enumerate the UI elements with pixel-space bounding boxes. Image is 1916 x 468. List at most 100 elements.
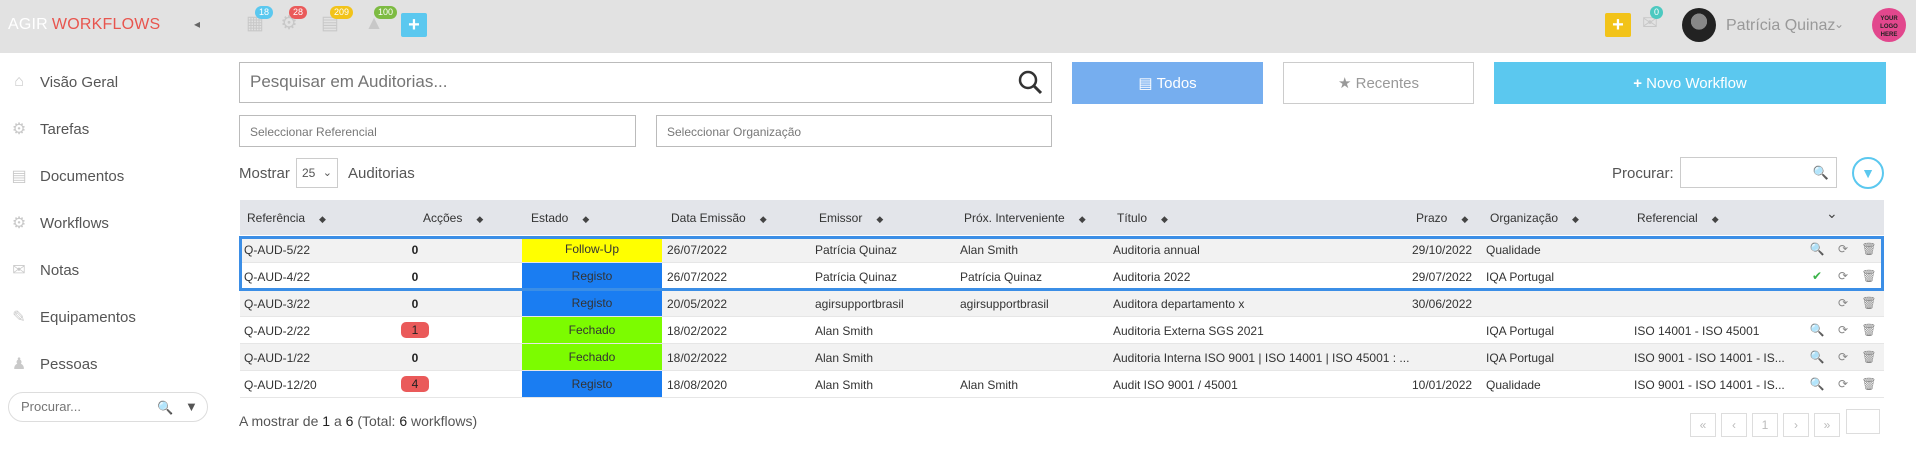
cell-accoes: 0	[411, 297, 419, 311]
cell-titulo: Auditoria Externa SGS 2021	[1113, 324, 1264, 338]
trash-icon[interactable]: 🗑	[1856, 377, 1882, 391]
gears-icon: ⚙	[11, 215, 27, 232]
column-header[interactable]: Data Emissão ◆	[671, 211, 767, 225]
prev-page-button[interactable]: ‹	[1721, 413, 1747, 437]
organizacao-select[interactable]: Seleccionar Organização	[656, 115, 1052, 147]
table-row[interactable]: Q-AUD-3/22 0 Registo 20/05/2022 agirsupportb…	[240, 290, 1884, 317]
column-header[interactable]: Título ◆	[1117, 211, 1168, 225]
cell-referencia[interactable]: Q-AUD-2/22	[244, 324, 310, 338]
audit-search-input[interactable]	[250, 72, 990, 92]
trash-icon[interactable]: 🗑	[1856, 323, 1882, 337]
cell-titulo: Auditoria annual	[1113, 243, 1200, 257]
column-header[interactable]: Estado ◆	[531, 211, 589, 225]
cell-referencia[interactable]: Q-AUD-3/22	[244, 297, 310, 311]
status-badge: Registo	[522, 290, 662, 316]
sidebar-item-visao-geral[interactable]: ⌂ Visão Geral	[10, 70, 118, 94]
refresh-icon[interactable]: ⟳	[1830, 350, 1856, 364]
search-icon[interactable]: 🔍	[1813, 165, 1829, 181]
cell-referencia[interactable]: Q-AUD-1/22	[244, 351, 310, 365]
column-header[interactable]: Organização ◆	[1490, 211, 1579, 225]
home-icon: ⌂	[14, 73, 24, 90]
table-row[interactable]: Q-AUD-1/22 0 Fechado 18/02/2022 Alan Smith Au…	[240, 344, 1884, 371]
last-page-button[interactable]: »	[1814, 413, 1840, 437]
brand-logo[interactable]: AGIR WORKFLOWS	[8, 16, 160, 34]
trash-icon[interactable]: 🗑	[1856, 269, 1882, 283]
brand-left: AGIR	[8, 16, 48, 33]
sort-icon: ◆	[759, 214, 767, 224]
view-icon[interactable]: 🔍	[1804, 350, 1830, 364]
search-icon[interactable]	[1017, 69, 1043, 95]
bell-icon[interactable]: ▲ 100	[364, 6, 398, 34]
column-header[interactable]: Próx. Interveniente ◆	[964, 211, 1086, 225]
document-icon[interactable]: ▤ 209	[320, 6, 354, 34]
sidebar-item-workflows[interactable]: ⚙ Workflows	[10, 211, 109, 235]
sidebar-item-tarefas[interactable]: ⚙ Tarefas	[10, 117, 89, 141]
table-search: 🔍	[1680, 157, 1837, 188]
gear-icon[interactable]: ⚙ 28	[279, 6, 308, 34]
cell-referencia[interactable]: Q-AUD-4/22	[244, 270, 310, 284]
column-header[interactable]: Emissor ◆	[819, 211, 883, 225]
calendar-icon[interactable]: ▦ 18	[245, 6, 274, 34]
refresh-icon[interactable]: ⟳	[1830, 296, 1856, 310]
first-page-button[interactable]: «	[1690, 413, 1716, 437]
page-size-select[interactable]: 25 ⌄	[296, 158, 338, 188]
recentes-button[interactable]: ★ Recentes	[1283, 62, 1474, 104]
cell-organizacao: IQA Portugal	[1486, 351, 1555, 365]
check-icon[interactable]: ✔	[1804, 269, 1830, 283]
table-row[interactable]: Q-AUD-12/20 4 Registo 18/08/2020 Alan Smith A…	[240, 371, 1884, 398]
search-icon[interactable]: 🔍	[157, 400, 173, 416]
sort-icon: ◆	[876, 214, 884, 224]
cell-referencia[interactable]: Q-AUD-12/20	[244, 378, 317, 392]
inbox-icon[interactable]: ✉ 0	[1640, 6, 1664, 34]
cell-titulo: Auditoria 2022	[1113, 270, 1191, 284]
cell-referencia[interactable]: Q-AUD-5/22	[244, 243, 310, 257]
cell-data-emissao: 26/07/2022	[667, 243, 728, 257]
filter-icon[interactable]: ▼	[1852, 157, 1884, 189]
table-row[interactable]: Q-AUD-2/22 1 Fechado 18/02/2022 Alan Smith Au…	[240, 317, 1884, 344]
refresh-icon[interactable]: ⟳	[1830, 323, 1856, 337]
chevron-down-icon[interactable]: ⌄	[1826, 205, 1838, 222]
trash-icon[interactable]: 🗑	[1856, 296, 1882, 310]
sidebar-item-pessoas[interactable]: ♟ Pessoas	[10, 352, 98, 376]
table-row[interactable]: Q-AUD-5/22 0 Follow-Up 26/07/2022 Patrícia Q…	[240, 236, 1884, 263]
entity-label: Auditorias	[348, 165, 415, 182]
sidebar-item-notas[interactable]: ✉ Notas	[10, 258, 79, 282]
trash-icon[interactable]: 🗑	[1856, 350, 1882, 364]
cell-prazo: 29/07/2022	[1412, 270, 1473, 284]
sidebar-item-documentos[interactable]: ▤ Documentos	[10, 164, 124, 188]
quick-add-button[interactable]: +	[401, 13, 427, 37]
user-icon: ♟	[11, 356, 27, 373]
todos-button[interactable]: ▤ Todos	[1072, 62, 1263, 104]
table-row[interactable]: Q-AUD-4/22 0 Registo 26/07/2022 Patrícia Qui…	[240, 263, 1884, 290]
page-jump-input[interactable]	[1846, 409, 1880, 434]
sidebar-item-equipamentos[interactable]: ✎ Equipamentos	[10, 305, 136, 329]
table-search-input[interactable]	[1681, 158, 1806, 187]
refresh-icon[interactable]: ⟳	[1830, 269, 1856, 283]
column-header[interactable]: Referência ◆	[247, 211, 326, 225]
user-name[interactable]: Patrícia Quinaz	[1726, 17, 1835, 35]
refresh-icon[interactable]: ⟳	[1830, 242, 1856, 256]
filter-icon[interactable]: ▼	[185, 399, 198, 414]
avatar[interactable]	[1682, 8, 1716, 42]
cell-referencial: ISO 14001 - ISO 45001	[1634, 324, 1760, 338]
referencial-select[interactable]: Seleccionar Referencial	[239, 115, 636, 147]
view-icon[interactable]: 🔍	[1804, 377, 1830, 391]
column-header[interactable]: Referencial ◆	[1637, 211, 1719, 225]
page-1-button[interactable]: 1	[1752, 413, 1778, 437]
sidebar-toggle-icon[interactable]: ◂	[194, 17, 200, 31]
view-icon[interactable]: 🔍	[1804, 323, 1830, 337]
novo-workflow-button[interactable]: + Novo Workflow	[1494, 62, 1886, 104]
sidebar-search-input[interactable]	[21, 399, 151, 414]
cell-prox-interveniente: agirsupportbrasil	[960, 297, 1049, 311]
view-icon[interactable]: 🔍	[1804, 242, 1830, 256]
next-page-button[interactable]: ›	[1783, 413, 1809, 437]
refresh-icon[interactable]: ⟳	[1830, 377, 1856, 391]
cell-emissor: Alan Smith	[815, 378, 874, 392]
chevron-down-icon[interactable]: ⌄	[1834, 17, 1844, 31]
trash-icon[interactable]: 🗑	[1856, 242, 1882, 256]
sort-icon: ◆	[1711, 214, 1719, 224]
add-button[interactable]: +	[1605, 13, 1631, 37]
column-header[interactable]: Acções ◆	[423, 211, 483, 225]
column-header[interactable]: Prazo ◆	[1416, 211, 1468, 225]
cell-prazo: 10/01/2022	[1412, 378, 1473, 392]
